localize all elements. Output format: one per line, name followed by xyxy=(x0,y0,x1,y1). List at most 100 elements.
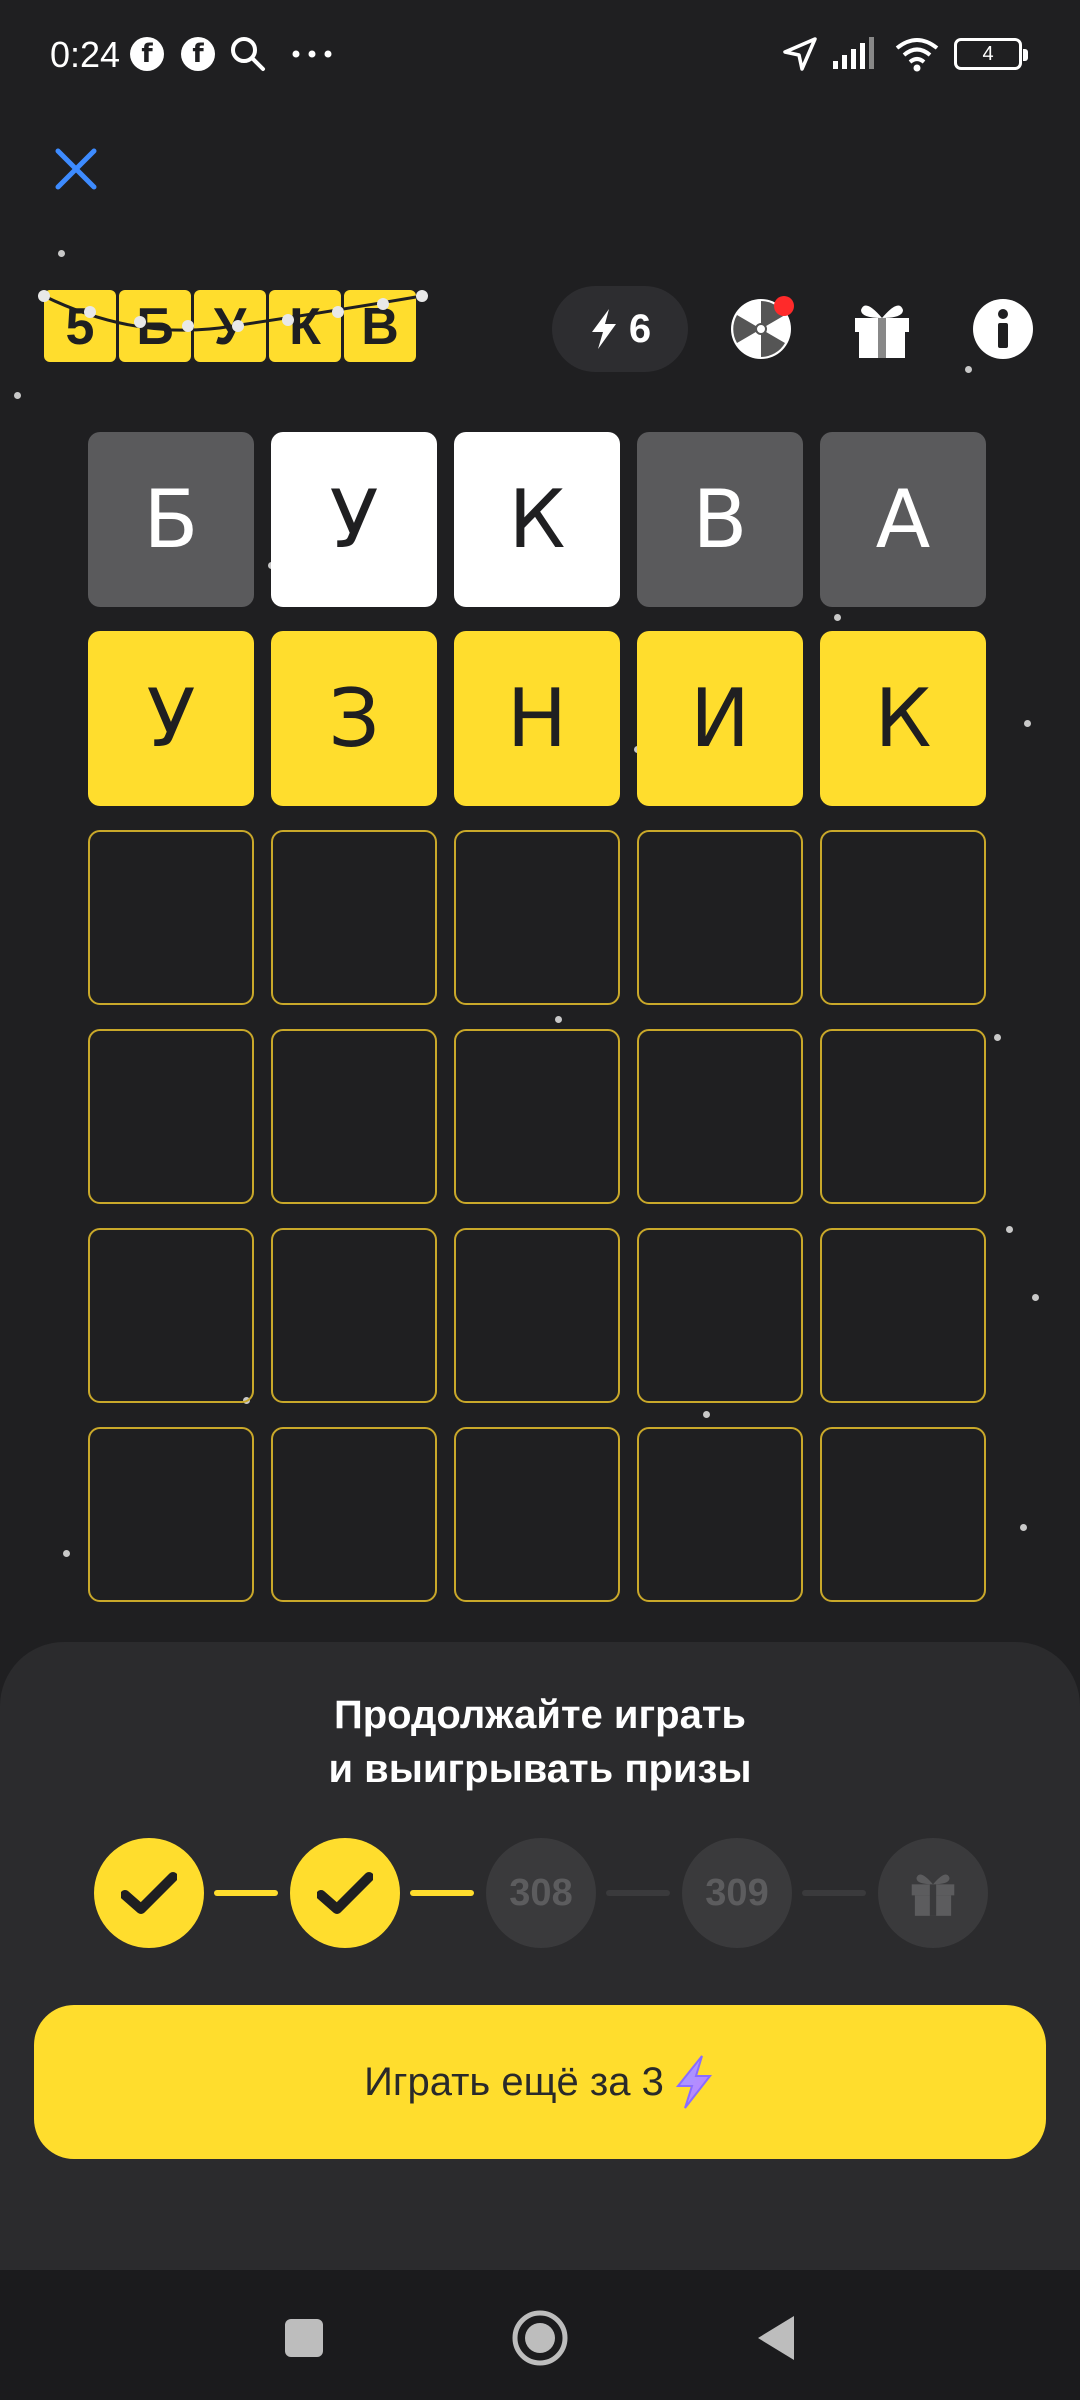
play-again-label: Играть ещё за 3 xyxy=(364,2059,664,2104)
board-row: Б У К В А xyxy=(88,432,992,607)
snow-dot xyxy=(1024,720,1031,727)
board-cell xyxy=(271,1029,437,1204)
board-cell xyxy=(637,1029,803,1204)
board-cell: У xyxy=(88,631,254,806)
progress-step-reward xyxy=(878,1838,988,1948)
game-board: Б У К В А У З Н И К xyxy=(88,432,992,1626)
board-cell: К xyxy=(454,432,620,607)
progress-connector xyxy=(410,1890,474,1896)
board-row: У З Н И К xyxy=(88,631,992,806)
recent-apps-button[interactable] xyxy=(274,2308,334,2368)
sheet-title-line: и выигрывать призы xyxy=(328,1747,752,1791)
snow-dot xyxy=(965,366,972,373)
board-cell xyxy=(88,1029,254,1204)
snow-dot xyxy=(1006,1226,1013,1233)
snow-dot xyxy=(1032,1294,1039,1301)
logo-letter: К xyxy=(269,290,341,362)
snow-dot xyxy=(14,392,21,399)
board-cell xyxy=(820,1029,986,1204)
bottom-sheet: Продолжайте играть и выигрывать призы 30… xyxy=(0,1642,1080,2270)
board-cell xyxy=(88,1228,254,1403)
board-cell: В xyxy=(637,432,803,607)
close-button[interactable] xyxy=(50,143,102,195)
board-cell xyxy=(88,1427,254,1602)
gift-icon xyxy=(911,1874,955,1916)
board-cell xyxy=(454,1029,620,1204)
snow-dot xyxy=(994,1034,1001,1041)
board-cell xyxy=(88,830,254,1005)
board-cell: К xyxy=(820,631,986,806)
logo-letter: 5 xyxy=(44,290,116,362)
progress-track: 308 309 xyxy=(94,1838,990,1948)
sheet-title-line: Продолжайте играть xyxy=(333,1693,747,1737)
wheel-icon xyxy=(731,296,794,359)
board-cell xyxy=(271,1427,437,1602)
progress-connector xyxy=(606,1890,670,1896)
game-logo: 5 Б У К В xyxy=(44,290,416,362)
more-icon xyxy=(290,34,334,74)
board-cell: А xyxy=(820,432,986,607)
board-row xyxy=(88,1228,992,1403)
back-button[interactable] xyxy=(746,2308,806,2368)
close-icon xyxy=(55,148,97,190)
gift-icon xyxy=(855,305,909,358)
home-button[interactable] xyxy=(510,2308,570,2368)
logo-letter: В xyxy=(344,290,416,362)
back-icon xyxy=(758,2316,794,2360)
board-cell xyxy=(454,1427,620,1602)
location-icon xyxy=(780,34,820,74)
board-cell xyxy=(454,1228,620,1403)
board-cell xyxy=(820,1228,986,1403)
board-row xyxy=(88,830,992,1005)
board-cell: Н xyxy=(454,631,620,806)
check-icon xyxy=(121,1872,177,1914)
progress-step-level: 309 xyxy=(682,1838,792,1948)
board-row xyxy=(88,1029,992,1204)
board-cell xyxy=(820,830,986,1005)
gift-button[interactable] xyxy=(849,296,915,362)
snow-dot xyxy=(58,250,65,257)
lightning-icon xyxy=(591,309,616,349)
search-icon xyxy=(228,34,268,74)
info-icon xyxy=(973,299,1033,359)
signal-icon xyxy=(830,34,880,74)
board-cell xyxy=(637,1427,803,1602)
board-cell: И xyxy=(637,631,803,806)
system-nav-bar xyxy=(0,2270,1080,2400)
home-icon xyxy=(512,2310,568,2366)
snow-dot xyxy=(1020,1524,1027,1531)
board-row xyxy=(88,1427,992,1602)
lightning-icon xyxy=(675,2055,712,2109)
wifi-icon xyxy=(892,34,942,74)
board-cell: У xyxy=(271,432,437,607)
status-bar: 0:24 f f 4 xyxy=(0,0,1080,110)
info-button[interactable] xyxy=(970,296,1036,362)
board-cell xyxy=(271,1228,437,1403)
battery-icon: 4 xyxy=(954,38,1028,70)
board-cell: Б xyxy=(88,432,254,607)
board-cell xyxy=(637,1228,803,1403)
board-cell xyxy=(637,830,803,1005)
board-cell xyxy=(820,1427,986,1602)
logo-letter: У xyxy=(194,290,266,362)
progress-step-done xyxy=(290,1838,400,1948)
board-cell xyxy=(271,830,437,1005)
facebook-icon: f xyxy=(130,34,164,74)
energy-count: 6 xyxy=(628,306,652,351)
snow-dot xyxy=(63,1550,70,1557)
sheet-title: Продолжайте играть и выигрывать призы xyxy=(0,1688,1080,1796)
board-cell xyxy=(454,830,620,1005)
progress-connector xyxy=(802,1890,866,1896)
facebook-icon: f xyxy=(181,34,215,74)
progress-step-level: 308 xyxy=(486,1838,596,1948)
progress-step-done xyxy=(94,1838,204,1948)
wheel-button[interactable] xyxy=(728,296,794,362)
progress-connector xyxy=(214,1890,278,1896)
energy-counter[interactable]: 6 xyxy=(552,286,688,372)
recent-apps-icon xyxy=(285,2319,323,2357)
board-cell: З xyxy=(271,631,437,806)
play-again-button[interactable]: Играть ещё за 3 xyxy=(34,2005,1046,2159)
check-icon xyxy=(317,1872,373,1914)
status-time: 0:24 xyxy=(50,34,121,75)
logo-letter: Б xyxy=(119,290,191,362)
